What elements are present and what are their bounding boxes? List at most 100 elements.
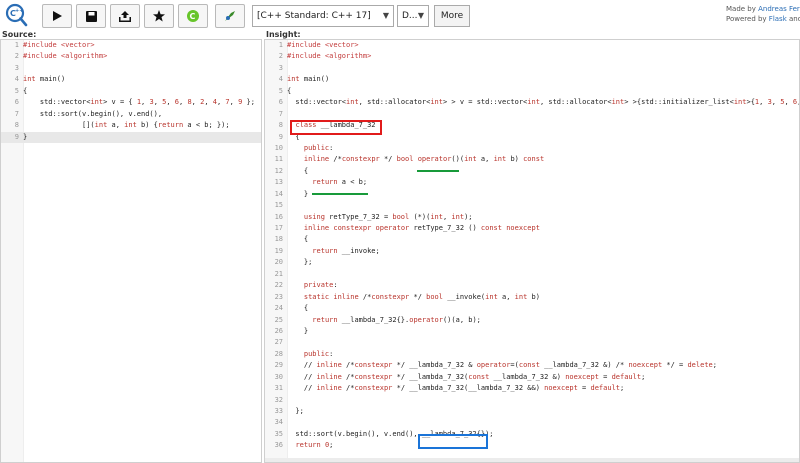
insight-code-line[interactable]: 12 { xyxy=(265,166,799,177)
insight-line-number: 18 xyxy=(274,235,283,244)
source-code-line[interactable]: 9} xyxy=(1,131,261,143)
insight-line-number: 2 xyxy=(278,52,283,61)
run-button[interactable] xyxy=(42,4,72,28)
insight-code[interactable]: 1 #include <vector> 2 #include <algorithm> 3… xyxy=(265,40,799,452)
insight-code-line[interactable]: 30 // inline /*constexpr */ __lambda_7_3… xyxy=(265,372,799,383)
insight-line-number: 30 xyxy=(274,372,283,381)
insight-line-number: 13 xyxy=(274,178,283,187)
return-underline xyxy=(312,193,368,195)
insight-code-line[interactable]: 32 xyxy=(265,395,799,406)
insight-line-text: inline constexpr operator retType_7_32 (… xyxy=(303,224,540,232)
insight-line-text: static inline /*constexpr */ bool __invo… xyxy=(303,292,540,301)
source-editor[interactable]: 1 #include <vector> 2 #include <algorithm> 3… xyxy=(0,39,262,463)
insight-line-number: 34 xyxy=(274,418,283,427)
insight-code-line[interactable]: 25 return __lambda_7_32{}.operator()(a, … xyxy=(265,315,799,326)
favorite-button[interactable] xyxy=(144,4,174,28)
insight-line-number: 19 xyxy=(274,246,283,255)
insight-line-text: } xyxy=(287,189,309,198)
insight-code-line[interactable]: 24 { xyxy=(265,303,799,314)
svg-text:++: ++ xyxy=(15,8,23,14)
insight-code-line[interactable]: 16 using retType_7_32 = bool (*)(int, in… xyxy=(265,212,799,223)
quick-bench-icon xyxy=(225,11,235,21)
insight-line-number: 20 xyxy=(274,258,283,267)
insight-code-line[interactable]: 36 return 0; xyxy=(265,440,799,451)
credit-powered-by: Powered by xyxy=(726,15,769,23)
insight-code-line[interactable]: 28 public: xyxy=(265,349,799,360)
download-button[interactable] xyxy=(110,4,140,28)
insight-code-line[interactable]: 2 #include <algorithm> xyxy=(265,51,799,62)
upload-tray-icon xyxy=(119,10,131,22)
insight-code-line[interactable]: 21 xyxy=(265,269,799,280)
insight-code-line[interactable]: 11 inline /*constexpr */ bool operator()… xyxy=(265,154,799,165)
insight-line-number: 14 xyxy=(274,189,283,198)
insight-line-number: 25 xyxy=(274,315,283,324)
insight-line-text: int main() xyxy=(287,75,330,84)
svg-text:C: C xyxy=(190,12,196,21)
source-code-line[interactable]: 4 int main() xyxy=(1,74,261,85)
compiler-explorer-button[interactable]: C xyxy=(178,4,208,28)
insight-line-text: inline /*constexpr */ bool operator()(in… xyxy=(303,155,545,164)
credit-suffix: and xyxy=(788,15,800,23)
source-code-line[interactable]: 1 #include <vector> xyxy=(1,40,261,51)
insight-code-line[interactable]: 15 xyxy=(265,200,799,211)
insight-line-number: 33 xyxy=(274,407,283,415)
default-options-value: D... xyxy=(402,11,418,21)
cpp-standard-select[interactable]: [C++ Standard: C++ 17] ▼ xyxy=(252,5,394,27)
insight-code-line[interactable]: 6 std::vector<int, std::allocator<int> >… xyxy=(265,97,799,108)
play-icon xyxy=(53,11,62,21)
insight-line-text: #include <vector> xyxy=(287,41,359,49)
quick-bench-button[interactable] xyxy=(215,4,245,28)
insight-line-text: return a < b; xyxy=(312,178,368,187)
source-line-text: #include <algorithm> xyxy=(23,52,108,61)
insight-line-number: 16 xyxy=(274,212,283,221)
insight-line-text: } xyxy=(287,326,309,335)
flask-link[interactable]: Flask xyxy=(769,15,787,23)
source-code[interactable]: 1 #include <vector> 2 #include <algorithm> 3… xyxy=(1,40,261,143)
source-pane-title: Source: xyxy=(2,30,37,39)
insight-code-line[interactable]: 4 int main() xyxy=(265,74,799,85)
insight-line-number: 17 xyxy=(274,224,283,232)
source-code-line[interactable]: 7 std::sort(v.begin(), v.end(), xyxy=(1,109,261,120)
source-code-line[interactable]: 2 #include <algorithm> xyxy=(1,51,261,62)
insight-code-line[interactable]: 35 std::sort(v.begin(), v.end(), __lambd… xyxy=(265,429,799,440)
insight-code-line[interactable]: 1 #include <vector> xyxy=(265,40,799,51)
horizontal-scrollbar[interactable] xyxy=(265,458,799,462)
insight-line-text: { xyxy=(287,166,309,175)
insight-line-number: 27 xyxy=(274,338,283,347)
insight-code-line[interactable]: 10 public: xyxy=(265,143,799,154)
insight-line-text: using retType_7_32 = bool (*)(int, int); xyxy=(303,212,473,221)
source-line-text: #include <vector> xyxy=(23,41,95,49)
insight-editor[interactable]: 1 #include <vector> 2 #include <algorithm> 3… xyxy=(264,39,800,463)
insight-code-line[interactable]: 20 }; xyxy=(265,257,799,268)
insight-code-line[interactable]: 7 xyxy=(265,109,799,120)
insight-code-line[interactable]: 13 return a < b; xyxy=(265,177,799,188)
insight-line-number: 29 xyxy=(274,361,283,370)
source-code-line[interactable]: 5{ xyxy=(1,86,261,97)
insight-code-line[interactable]: 33 }; xyxy=(265,406,799,417)
default-options-select[interactable]: D... ▼ xyxy=(397,5,429,27)
insight-code-line[interactable]: 29 // inline /*constexpr */ __lambda_7_3… xyxy=(265,360,799,371)
source-line-text: std::vector<int> v = { 1, 3, 5, 6, 8, 2,… xyxy=(23,98,255,107)
insight-code-line[interactable]: 31 // inline /*constexpr */ __lambda_7_3… xyxy=(265,383,799,394)
insight-code-line[interactable]: 3 xyxy=(265,63,799,74)
author-link[interactable]: Andreas Fert xyxy=(758,5,800,13)
source-line-text: [](int a, int b) {return a < b; }); xyxy=(23,121,230,130)
insight-line-text: // inline /*constexpr */ __lambda_7_32(c… xyxy=(287,372,646,381)
insight-code-line[interactable]: 22 private: xyxy=(265,280,799,291)
insight-code-line[interactable]: 26 } xyxy=(265,326,799,337)
insight-code-line[interactable]: 19 return __invoke; xyxy=(265,246,799,257)
source-code-line[interactable]: 6 std::vector<int> v = { 1, 3, 5, 6, 8, … xyxy=(1,97,261,108)
insight-code-line[interactable]: 34 xyxy=(265,417,799,428)
insight-code-line[interactable]: 17 inline constexpr operator retType_7_3… xyxy=(265,223,799,234)
save-icon xyxy=(85,10,97,22)
save-button[interactable] xyxy=(76,4,106,28)
insight-code-line[interactable]: 18 { xyxy=(265,234,799,245)
insight-line-text: { xyxy=(287,86,292,95)
insight-code-line[interactable]: 5{ xyxy=(265,86,799,97)
source-line-text: std::sort(v.begin(), v.end(), xyxy=(23,109,163,118)
more-button[interactable]: More xyxy=(434,5,470,27)
source-code-line[interactable]: 3 xyxy=(1,63,261,74)
source-code-line[interactable]: 8 [](int a, int b) {return a < b; }); xyxy=(1,120,261,131)
insight-code-line[interactable]: 23 static inline /*constexpr */ bool __i… xyxy=(265,292,799,303)
insight-code-line[interactable]: 27 xyxy=(265,337,799,348)
